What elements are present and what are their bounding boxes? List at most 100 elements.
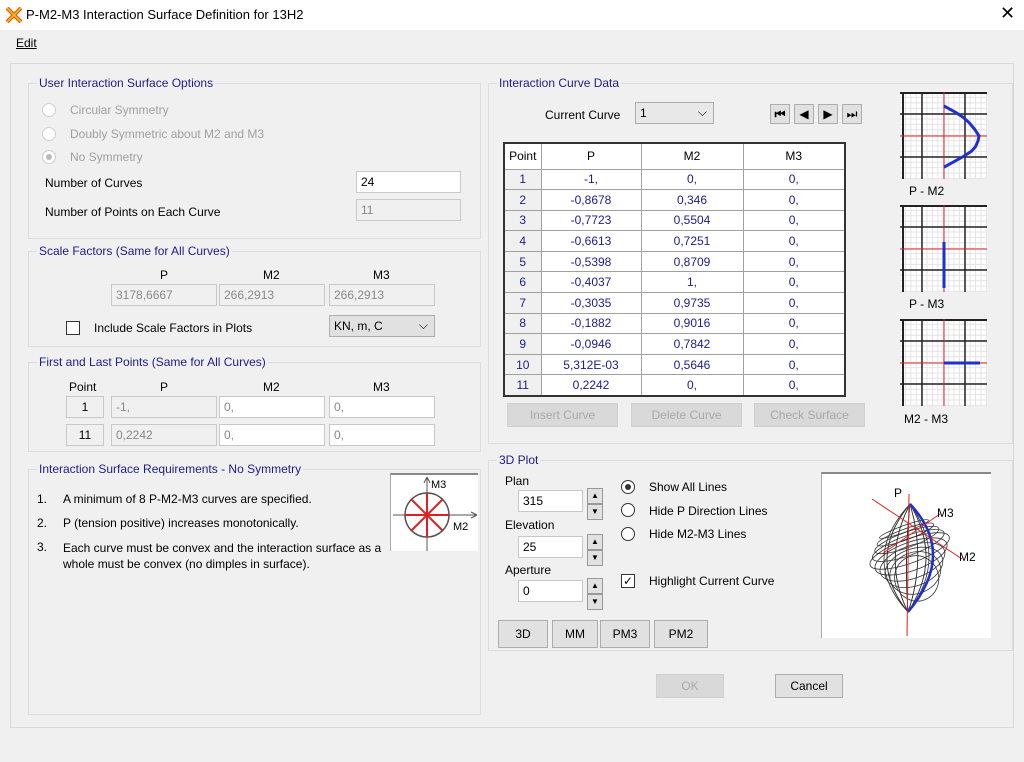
- radio-no-symmetry-label: No Symmetry: [70, 150, 143, 164]
- elevation-label: Elevation: [505, 518, 555, 532]
- cell-m2[interactable]: 0,8709: [640, 250, 744, 273]
- radio-hide-m2m3-lines[interactable]: [621, 527, 635, 541]
- cell-m3[interactable]: 0,: [742, 292, 846, 314]
- cell-p[interactable]: -0,8678: [540, 189, 642, 211]
- insert-curve-button[interactable]: Insert Curve: [507, 403, 618, 427]
- table-row: 9 -0,0946 0,7842 0,: [503, 333, 846, 355]
- diagram-m3-label: M3: [431, 479, 447, 491]
- radio-circular[interactable]: [42, 103, 56, 117]
- elevation-up-button[interactable]: ▲: [587, 534, 603, 550]
- cell-m3[interactable]: 0,: [742, 333, 846, 355]
- menu-edit[interactable]: Edit: [16, 36, 37, 50]
- cell-m3[interactable]: 0,: [742, 374, 846, 397]
- cell-m3[interactable]: 0,: [742, 230, 846, 252]
- view-pm3-button[interactable]: PM3: [600, 620, 650, 648]
- scale-title: Scale Factors (Same for All Curves): [37, 244, 232, 258]
- surface-ring: [869, 532, 950, 570]
- cell-p[interactable]: -0,6613: [540, 230, 642, 252]
- col-header-m3: M3: [742, 142, 846, 170]
- cell-point: 7: [503, 292, 542, 314]
- cell-m2[interactable]: 0,9016: [640, 312, 744, 335]
- current-curve-dropdown[interactable]: 1 ⌵: [635, 102, 714, 124]
- radio-hide-p-lines[interactable]: [621, 503, 635, 517]
- title-bar: P-M2-M3 Interaction Surface Definition f…: [0, 0, 1024, 30]
- cell-p[interactable]: -0,3035: [540, 292, 642, 314]
- radio-doubly-label: Doubly Symmetric about M2 and M3: [70, 127, 265, 141]
- cell-p[interactable]: 5,312E-03: [540, 353, 642, 376]
- cell-p[interactable]: -0,7723: [540, 209, 642, 232]
- units-dropdown[interactable]: KN, m, C ⌵: [329, 315, 435, 337]
- radio-no-symmetry[interactable]: [42, 150, 56, 164]
- view-3d-button[interactable]: 3D: [498, 620, 548, 648]
- ok-button[interactable]: OK: [656, 674, 724, 698]
- cell-m3[interactable]: 0,: [742, 209, 846, 232]
- next-curve-button[interactable]: ▶: [818, 104, 838, 124]
- aperture-input[interactable]: 0: [518, 580, 583, 602]
- cell-p[interactable]: -0,5398: [540, 250, 642, 273]
- curve-title: Interaction Curve Data: [497, 76, 622, 90]
- delete-curve-button[interactable]: Delete Curve: [631, 403, 742, 427]
- cell-m2[interactable]: 0,7842: [640, 333, 744, 355]
- last-curve-button[interactable]: ⏭: [842, 104, 862, 124]
- cell-m2[interactable]: 0,9735: [640, 292, 744, 314]
- scale-m2-input: 266,2913: [219, 284, 325, 306]
- elevation-down-button[interactable]: ▼: [587, 550, 603, 566]
- cell-m2[interactable]: 0,5646: [640, 353, 744, 376]
- table-row: 4 -0,6613 0,7251 0,: [503, 230, 846, 252]
- fl-p-last: 0,2242: [111, 424, 217, 446]
- cell-m3[interactable]: 0,: [742, 353, 846, 376]
- highlight-curve-checkbox[interactable]: ✓: [621, 574, 635, 588]
- table-row: 2 -0,8678 0,346 0,: [503, 189, 846, 211]
- elevation-input[interactable]: 25: [518, 536, 583, 558]
- scale-p-input: 3178,6667: [111, 284, 217, 306]
- cell-point: 6: [503, 271, 542, 294]
- cell-m2[interactable]: 0,: [640, 168, 744, 191]
- scale-group: Scale Factors (Same for All Curves) P M2…: [28, 244, 481, 347]
- aperture-up-button[interactable]: ▲: [587, 578, 603, 594]
- options-group: User Interaction Surface Options Circula…: [28, 76, 481, 239]
- fl-m2-first[interactable]: 0,: [219, 396, 325, 418]
- first-curve-button[interactable]: ⏮: [770, 104, 790, 124]
- include-scale-checkbox[interactable]: [66, 321, 80, 335]
- cell-m2[interactable]: 1,: [640, 271, 744, 294]
- cell-p[interactable]: -1,: [540, 168, 642, 191]
- check-surface-button[interactable]: Check Surface: [754, 403, 865, 427]
- cell-m3[interactable]: 0,: [742, 312, 846, 335]
- cell-m3[interactable]: 0,: [742, 189, 846, 211]
- plot3d-canvas[interactable]: P M3 M2: [821, 472, 991, 638]
- close-icon[interactable]: ✕: [1000, 3, 1015, 24]
- scale-header-m2: M2: [263, 268, 280, 282]
- plan-input[interactable]: 315: [518, 490, 583, 512]
- cell-m2[interactable]: 0,7251: [640, 230, 744, 252]
- cell-p[interactable]: -0,4037: [540, 271, 642, 294]
- fl-m2-last[interactable]: 0,: [219, 424, 325, 446]
- radio-show-all-lines[interactable]: [621, 480, 635, 494]
- cell-p[interactable]: -0,1882: [540, 312, 642, 335]
- radio-doubly[interactable]: [42, 127, 56, 141]
- plan-up-button[interactable]: ▲: [587, 488, 603, 504]
- cell-p[interactable]: 0,2242: [540, 374, 642, 397]
- axis-p: [906, 493, 910, 637]
- view-pm2-button[interactable]: PM2: [654, 620, 708, 648]
- highlight-curve-label: Highlight Current Curve: [649, 574, 775, 588]
- cell-m3[interactable]: 0,: [742, 250, 846, 273]
- cancel-button[interactable]: Cancel: [775, 674, 843, 698]
- cell-m2[interactable]: 0,: [640, 374, 744, 397]
- cell-p[interactable]: -0,0946: [540, 333, 642, 355]
- prev-curve-button[interactable]: ◀: [794, 104, 814, 124]
- fl-m3-first[interactable]: 0,: [329, 396, 435, 418]
- aperture-down-button[interactable]: ▼: [587, 594, 603, 610]
- surface-meridian: [907, 503, 919, 613]
- diagram-m2-label: M2: [453, 521, 469, 533]
- plot-p-m3: [900, 205, 987, 292]
- cell-m2[interactable]: 0,346: [640, 189, 744, 211]
- plan-down-button[interactable]: ▼: [587, 504, 603, 520]
- fl-header-m2: M2: [263, 380, 280, 394]
- fl-m3-last[interactable]: 0,: [329, 424, 435, 446]
- cell-m2[interactable]: 0,5504: [640, 209, 744, 232]
- num-curves-input[interactable]: 24: [356, 171, 461, 193]
- cell-m3[interactable]: 0,: [742, 271, 846, 294]
- cell-m3[interactable]: 0,: [742, 168, 846, 191]
- view-mm-button[interactable]: MM: [552, 620, 598, 648]
- cell-point: 4: [503, 230, 542, 252]
